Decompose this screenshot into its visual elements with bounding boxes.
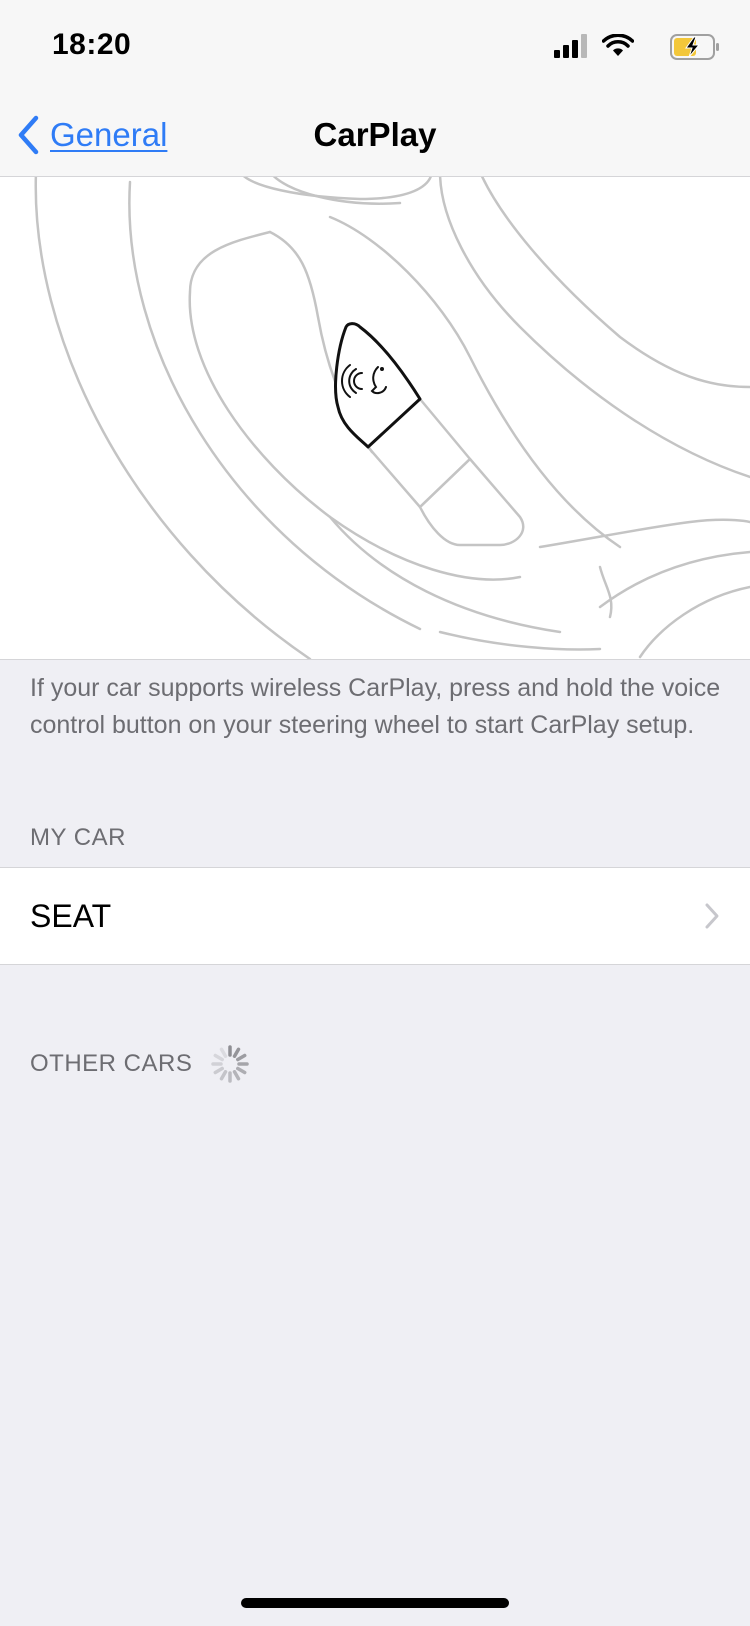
car-row-label: SEAT xyxy=(30,898,112,934)
steering-wheel-voice-button-illustration xyxy=(34,177,750,659)
setup-instructions-text: If your car supports wireless CarPlay, p… xyxy=(30,674,721,739)
home-indicator[interactable] xyxy=(241,1598,509,1608)
steering-wheel-illustration xyxy=(0,177,750,660)
battery-charging-icon xyxy=(670,34,719,60)
loading-spinner-icon xyxy=(211,1045,250,1083)
other-cars-section-header: OTHER CARS xyxy=(30,1044,250,1084)
wifi-icon xyxy=(602,34,634,56)
car-row-seat[interactable]: SEAT xyxy=(0,867,750,965)
other-cars-header-label: OTHER CARS xyxy=(30,1050,193,1077)
status-time: 18:20 xyxy=(52,28,132,61)
navigation-bar: General CarPlay xyxy=(0,100,750,177)
status-bar: 18:20 xyxy=(0,0,750,100)
page-title: CarPlay xyxy=(313,116,437,153)
my-car-section-header: MY CAR xyxy=(30,824,126,851)
chevron-right-icon xyxy=(705,903,719,929)
signal-icon xyxy=(554,34,587,58)
